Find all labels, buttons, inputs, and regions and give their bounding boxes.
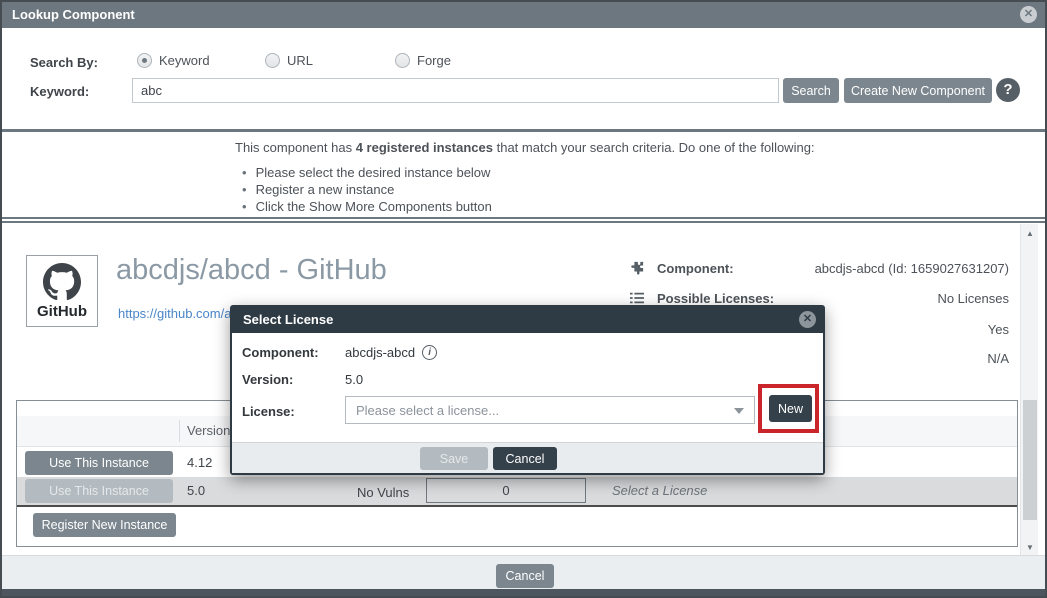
bullet-text: Click the Show More Components button [256,198,492,215]
instance-version: 5.0 [187,483,205,498]
vuln-count-box[interactable]: 0 [426,478,586,503]
column-separator [179,420,180,442]
github-logo: GitHub [26,255,98,327]
detail-value: No Licenses [937,291,1009,306]
license-select-placeholder: Please select a license... [356,403,499,418]
bullet-text: Please select the desired instance below [256,164,491,181]
use-this-instance-button-disabled[interactable]: Use This Instance [25,479,173,503]
modal-version-value: 5.0 [345,372,363,387]
scroll-up-icon[interactable]: ▲ [1021,226,1039,242]
list-icon [630,291,647,305]
detail-row-component: Component: abcdjs-abcd (Id: 165902763120… [630,258,1009,278]
radio-keyword-control[interactable] [137,53,152,68]
scrollbar-thumb[interactable] [1023,400,1037,520]
modal-close-icon[interactable]: ✕ [799,311,816,328]
search-by-label: Search By: [30,55,98,70]
modal-footer: Save Cancel [232,442,823,473]
save-button[interactable]: Save [420,447,488,470]
modal-component-value: abcdjs-abcd i [345,345,437,360]
license-hint: Select a License [612,483,707,498]
detail-value: N/A [987,351,1009,366]
detail-label: Component: [657,261,734,276]
modal-version-label: Version: [242,372,293,387]
search-button[interactable]: Search [783,78,839,103]
bullet-text: Register a new instance [256,181,395,198]
notice-intro-count: 4 registered instances [356,140,493,155]
notice-section: This component has 4 registered instance… [2,132,1045,217]
radio-keyword[interactable]: Keyword [137,53,210,68]
search-section: Search By: Keyword URL Forge Keyword: Se… [2,28,1045,129]
modal-body: Component: abcdjs-abcd i Version: 5.0 Li… [232,333,823,442]
radio-keyword-label: Keyword [159,53,210,68]
keyword-label: Keyword: [30,84,89,99]
create-new-component-button[interactable]: Create New Component [844,78,992,103]
table-bottom-rule [17,505,1017,507]
notice-intro-suffix: that match your search criteria. Do one … [493,140,815,155]
notice-bullet-list: • Please select the desired instance bel… [242,164,492,215]
instance-version: 4.12 [187,455,212,470]
help-icon[interactable]: ? [996,78,1020,102]
component-title: abcdjs/abcd - GitHub [116,254,387,287]
bullet-item: • Click the Show More Components button [242,198,492,215]
radio-forge[interactable]: Forge [395,53,451,68]
radio-url-control[interactable] [265,53,280,68]
detail-value: Yes [988,322,1009,337]
modal-component-label: Component: [242,345,319,360]
github-wordmark: GitHub [37,303,87,320]
detail-value: abcdjs-abcd (Id: 1659027631207) [815,261,1009,276]
double-divider-top [2,217,1045,219]
bullet-icon: • [242,164,247,181]
keyword-input[interactable] [132,78,779,103]
use-this-instance-button[interactable]: Use This Instance [25,451,173,475]
bullet-item: • Register a new instance [242,181,492,198]
notice-intro-prefix: This component has [235,140,356,155]
puzzle-icon [630,261,647,275]
window-footer: Cancel [2,555,1045,596]
radio-forge-label: Forge [417,53,451,68]
component-url-link[interactable]: https://github.com/ab [118,306,239,321]
notice-intro: This component has 4 registered instance… [235,140,815,155]
github-octocat-icon [43,263,81,301]
double-divider-bottom [2,221,1045,223]
vulns-status: No Vulns [357,485,409,500]
new-button-red-highlight: New [758,384,819,433]
bullet-icon: • [242,181,247,198]
window-close-icon[interactable]: ✕ [1020,6,1037,23]
info-icon[interactable]: i [422,345,437,360]
lookup-component-window: Lookup Component ✕ Search By: Keyword UR… [0,0,1047,598]
detail-label: Possible Licenses: [657,291,774,306]
register-new-instance-button[interactable]: Register New Instance [33,513,176,537]
footer-cancel-button[interactable]: Cancel [496,564,554,588]
modal-titlebar: Select License ✕ [232,307,823,333]
license-select-dropdown[interactable]: Please select a license... [345,396,755,424]
window-title: Lookup Component [12,7,135,22]
radio-url-label: URL [287,53,313,68]
bullet-item: • Please select the desired instance bel… [242,164,492,181]
modal-cancel-button[interactable]: Cancel [493,447,557,470]
vertical-scrollbar: ▲ ▼ [1020,224,1038,558]
instance-row-selected: Use This Instance 5.0 No Vulns 0 Select … [17,477,1017,505]
scroll-down-icon[interactable]: ▼ [1021,540,1039,556]
radio-url[interactable]: URL [265,53,313,68]
new-license-button[interactable]: New [769,395,812,422]
select-license-modal: Select License ✕ Component: abcdjs-abcd … [230,305,825,475]
radio-forge-control[interactable] [395,53,410,68]
window-titlebar: Lookup Component ✕ [2,2,1045,28]
modal-title: Select License [243,312,333,327]
footer-strip [2,589,1045,596]
modal-license-label: License: [242,404,295,419]
chevron-down-icon [734,408,744,414]
version-column-header: Version [187,423,230,438]
bullet-icon: • [242,198,247,215]
modal-component-name: abcdjs-abcd [345,345,415,360]
